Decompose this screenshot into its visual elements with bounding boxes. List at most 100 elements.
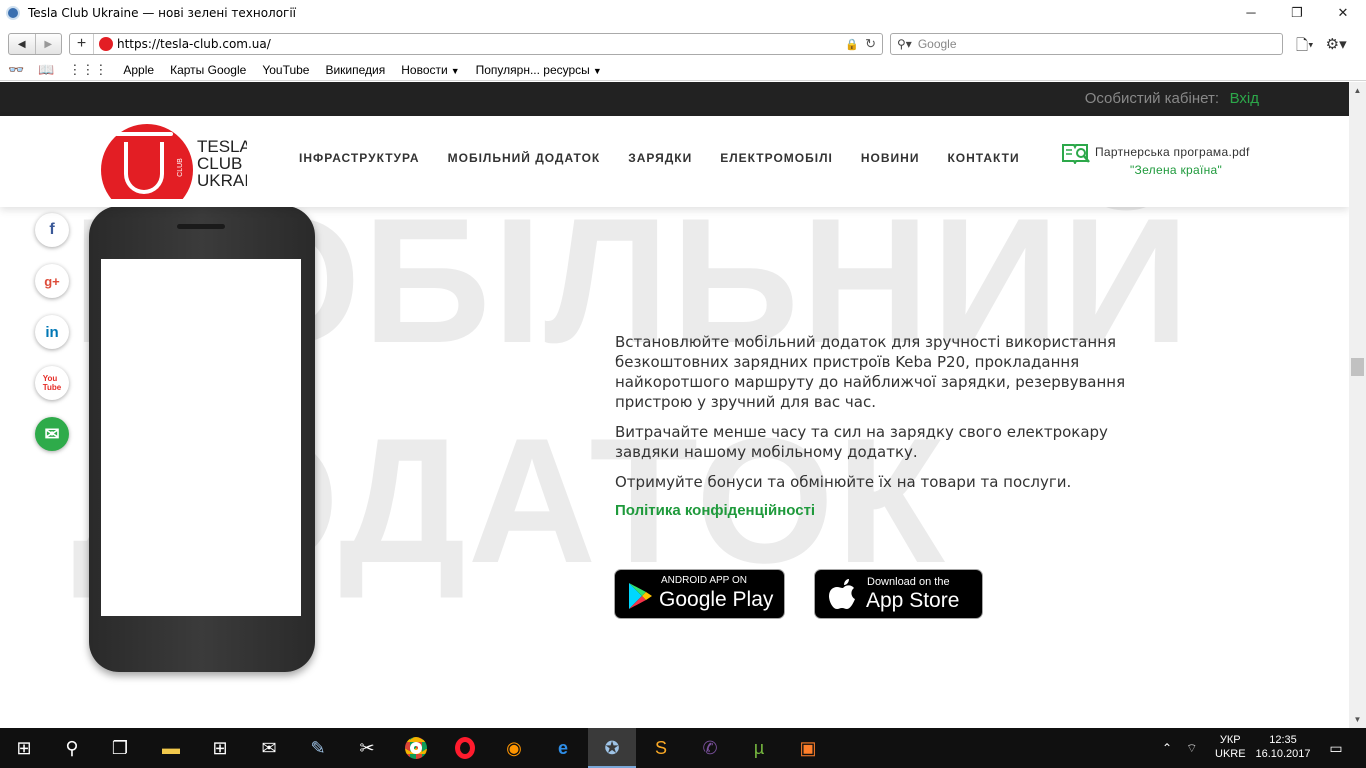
- forward-button[interactable]: ▶: [34, 34, 62, 54]
- scroll-down-icon[interactable]: ▼: [1349, 711, 1366, 728]
- search-icon: ⚲▾: [897, 37, 912, 51]
- logo-club-vertical: CLUB: [176, 158, 184, 177]
- start-icon[interactable]: ⊞: [0, 728, 48, 768]
- app-store-badge[interactable]: Download on the App Store: [814, 569, 983, 619]
- nav-infrastructure[interactable]: ІНФРАСТРУКТУРА: [299, 151, 420, 165]
- top-strip: Особистий кабінет: Вхід: [0, 82, 1349, 116]
- task-view-icon[interactable]: ❐: [96, 728, 144, 768]
- bookmark-wikipedia[interactable]: Википедия: [325, 63, 385, 77]
- bookmark-google-maps[interactable]: Карты Google: [170, 63, 246, 77]
- screen: Tesla Club Ukraine — нові зелені техноло…: [0, 0, 1366, 768]
- email-icon[interactable]: ✉: [35, 417, 69, 451]
- bookmark-news[interactable]: Новости ▼: [401, 63, 459, 77]
- partner-program-subtitle: "Зелена країна": [1130, 163, 1223, 177]
- youtube-icon[interactable]: You Tube: [35, 366, 69, 400]
- apple-icon: [829, 579, 855, 609]
- clock[interactable]: 12:35 16.10.2017: [1253, 733, 1313, 761]
- partner-program-label: Партнерська програма.pdf: [1095, 145, 1250, 159]
- linkedin-icon[interactable]: in: [35, 315, 69, 349]
- viber-icon[interactable]: ✆: [686, 728, 734, 768]
- grid-icon[interactable]: ⋮⋮⋮: [68, 62, 107, 78]
- restore-button[interactable]: ❐: [1274, 0, 1320, 25]
- nav-news[interactable]: НОВИНИ: [861, 151, 920, 165]
- scrollbar-thumb[interactable]: [1351, 358, 1364, 376]
- system-tray: ⌃ ⌔: [1162, 728, 1197, 768]
- lock-icon[interactable]: 🔒: [845, 38, 859, 51]
- store-icon[interactable]: ⊞: [196, 728, 244, 768]
- site-logo[interactable]: CLUB TESLA CLUB UKRAINE: [101, 124, 247, 199]
- nav-mobile-app[interactable]: МОБІЛЬНИЙ ДОДАТОК: [448, 151, 601, 165]
- notification-icon[interactable]: ▭: [1318, 728, 1354, 768]
- bookmark-popular[interactable]: Популярн... ресурсы ▼: [476, 63, 602, 77]
- bookmark-news-label: Новости: [401, 62, 448, 77]
- safari-icon[interactable]: ✪: [588, 728, 636, 768]
- bookmark-popular-label: Популярн... ресурсы: [475, 62, 590, 77]
- google-play-icon: [629, 583, 652, 609]
- book-icon[interactable]: 📖: [38, 62, 54, 78]
- chevron-down-icon: ▼: [450, 65, 460, 76]
- sublime-icon[interactable]: S: [637, 728, 685, 768]
- back-button[interactable]: ◀: [9, 34, 35, 54]
- google-play-badge[interactable]: ANDROID APP ON Google Play: [614, 569, 785, 619]
- logo-t-bar: [115, 132, 173, 136]
- wifi-icon[interactable]: ⌔: [1186, 741, 1197, 756]
- main-nav: ІНФРАСТРУКТУРА МОБІЛЬНИЙ ДОДАТОК ЗАРЯДКИ…: [299, 151, 1020, 165]
- site-favicon-icon: [99, 37, 113, 51]
- bookmark-youtube[interactable]: YouTube: [262, 63, 309, 77]
- minimize-button[interactable]: ─: [1228, 0, 1274, 25]
- nav-chargers[interactable]: ЗАРЯДКИ: [628, 151, 692, 165]
- logo-line-2: CLUB: [197, 154, 243, 173]
- search-icon[interactable]: ⚲: [48, 728, 96, 768]
- phone-speaker: [177, 224, 225, 229]
- chevron-down-icon: ▼: [592, 65, 602, 76]
- google-play-big-text: Google Play: [659, 588, 774, 611]
- settings-gear-icon[interactable]: ⚙▾: [1326, 35, 1347, 60]
- bookmark-apple[interactable]: Apple: [123, 63, 154, 77]
- browser-favicon-icon: [6, 5, 20, 20]
- chevron-up-icon[interactable]: ⌃: [1162, 741, 1172, 755]
- address-bar[interactable]: + https://tesla-club.com.ua/ 🔒 ↻: [69, 33, 883, 55]
- mail-icon[interactable]: ✉: [245, 728, 293, 768]
- firefox-icon[interactable]: ◉: [490, 728, 538, 768]
- clock-date: 16.10.2017: [1255, 748, 1311, 760]
- language-indicator[interactable]: УКР UKRE: [1215, 733, 1246, 761]
- file-explorer-icon[interactable]: ▬: [147, 728, 195, 768]
- app-store-small-text: Download on the: [867, 576, 950, 588]
- bookmarks-bar: 👓 📖 ⋮⋮⋮ Apple Карты Google YouTube Викип…: [0, 59, 1366, 81]
- add-bookmark-icon[interactable]: +: [70, 34, 94, 54]
- language-line-1: УКР: [1219, 734, 1241, 746]
- toolbar-right: 🗋▾ ⚙▾: [1296, 35, 1347, 60]
- search-input[interactable]: ⚲▾ Google: [890, 33, 1283, 55]
- window-titlebar: Tesla Club Ukraine — нові зелені техноло…: [0, 0, 1366, 25]
- page-scrollbar[interactable]: ▲ ▼: [1349, 82, 1366, 728]
- search-placeholder: Google: [917, 37, 957, 51]
- window-controls: ─ ❐ ✕: [1228, 0, 1366, 25]
- scroll-up-icon[interactable]: ▲: [1349, 82, 1366, 99]
- google-plus-icon[interactable]: g+: [35, 264, 69, 298]
- privacy-policy-link[interactable]: Політика конфіденційності: [615, 502, 815, 519]
- edge-icon[interactable]: e: [539, 728, 587, 768]
- site-header: CLUB TESLA CLUB UKRAINE ІНФРАСТРУКТУРА М…: [0, 116, 1349, 207]
- reload-icon[interactable]: ↻: [865, 36, 876, 52]
- paint-icon[interactable]: ✎: [294, 728, 342, 768]
- language-line-2: UKRE: [1215, 748, 1246, 760]
- app-icon[interactable]: ▣: [784, 728, 832, 768]
- logo-line-3: UKRAINE: [197, 171, 247, 190]
- facebook-icon[interactable]: f: [35, 213, 69, 247]
- reader-glasses-icon[interactable]: 👓: [8, 62, 24, 78]
- opera-icon[interactable]: [441, 728, 489, 768]
- utorrent-icon[interactable]: µ: [735, 728, 783, 768]
- description-paragraph-3: Отримуйте бонуси та обмінюйте їх на това…: [615, 473, 1072, 491]
- chrome-icon[interactable]: [392, 728, 440, 768]
- url-text[interactable]: https://tesla-club.com.ua/: [117, 37, 845, 51]
- snipping-icon[interactable]: ✂: [343, 728, 391, 768]
- login-link[interactable]: Вхід: [1230, 90, 1259, 107]
- nav-buttons: ◀ ▶: [8, 33, 62, 55]
- nav-electric-cars[interactable]: ЕЛЕКТРОМОБІЛІ: [720, 151, 833, 165]
- phone-screen: [101, 259, 301, 616]
- description-paragraph-1: Встановлюйте мобільний додаток для зручн…: [615, 333, 1126, 411]
- open-book-magnifier-icon: [1062, 144, 1090, 164]
- page-menu-icon[interactable]: 🗋▾: [1296, 35, 1314, 60]
- close-button[interactable]: ✕: [1320, 0, 1366, 25]
- nav-contacts[interactable]: КОНТАКТИ: [947, 151, 1019, 165]
